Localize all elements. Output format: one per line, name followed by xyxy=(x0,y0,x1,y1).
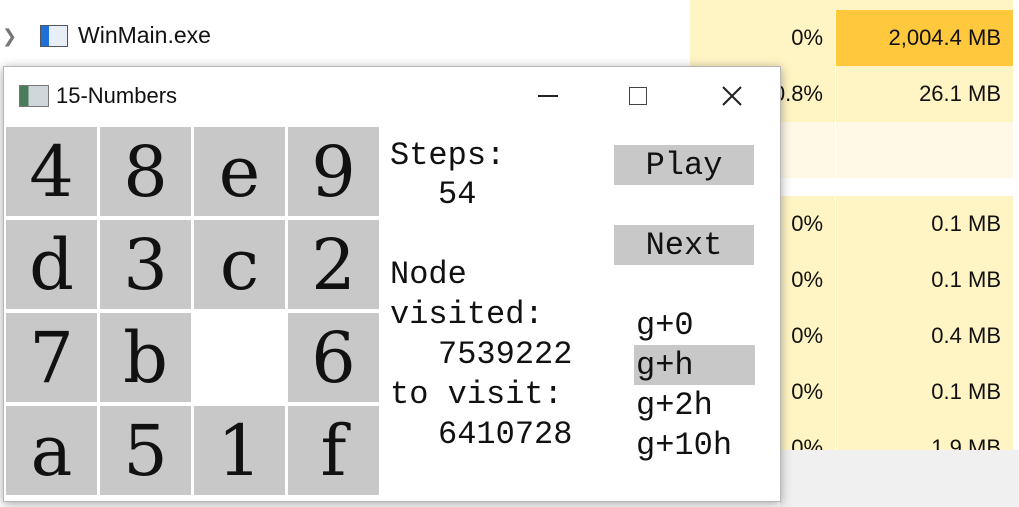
empty-tile[interactable] xyxy=(194,313,285,402)
memory-cell: 26.1 MB xyxy=(836,66,1013,122)
number-tile[interactable]: c xyxy=(194,220,285,309)
number-tile[interactable]: e xyxy=(194,127,285,216)
task-manager-footer xyxy=(780,450,1019,507)
number-tile[interactable]: 2 xyxy=(288,220,379,309)
number-tile[interactable]: b xyxy=(100,313,191,402)
number-tile[interactable]: 7 xyxy=(6,313,97,402)
memory-cell: 0.4 MB xyxy=(836,308,1013,364)
to-visit-label: to visit: xyxy=(390,376,563,413)
close-button[interactable] xyxy=(700,67,764,125)
number-tile[interactable]: 1 xyxy=(194,406,285,495)
heuristic-option[interactable]: g+10h xyxy=(634,425,755,465)
usage-strip xyxy=(690,0,1013,10)
heuristic-option[interactable]: g+2h xyxy=(634,385,755,425)
to-visit-value: 6410728 xyxy=(438,416,573,453)
number-tile[interactable]: 4 xyxy=(6,127,97,216)
memory-cell: 0.1 MB xyxy=(836,252,1013,308)
cpu-cell: 0% xyxy=(690,10,835,66)
memory-cell: 2,004.4 MB xyxy=(836,10,1013,66)
visited-value: 7539222 xyxy=(438,336,573,373)
number-tile[interactable]: a xyxy=(6,406,97,495)
memory-cell: 0.1 MB xyxy=(836,364,1013,420)
number-tile[interactable]: 8 xyxy=(100,127,191,216)
app-icon xyxy=(19,85,49,107)
node-label: Node xyxy=(390,256,467,293)
steps-label: Steps: xyxy=(390,137,506,174)
number-tile[interactable]: 6 xyxy=(288,313,379,402)
maximize-icon xyxy=(629,87,647,105)
maximize-button[interactable] xyxy=(606,67,670,125)
number-tile[interactable]: f xyxy=(288,406,379,495)
app-window: 15-Numbers 48e9 d3c2 7b 6 a51f Steps: 54 Nod… xyxy=(3,66,781,502)
usage-row[interactable]: 0% 2,004.4 MB xyxy=(0,10,1019,66)
minimize-button[interactable] xyxy=(516,67,580,125)
play-button[interactable]: Play xyxy=(614,145,754,185)
number-tile[interactable]: d xyxy=(6,220,97,309)
memory-cell xyxy=(836,122,1013,178)
heuristic-option[interactable]: g+0 xyxy=(634,305,755,345)
steps-value: 54 xyxy=(438,176,477,213)
window-title: 15-Numbers xyxy=(56,83,178,108)
number-tile[interactable]: 3 xyxy=(100,220,191,309)
heuristic-option[interactable]: g+h xyxy=(634,345,755,385)
minimize-icon xyxy=(538,95,558,97)
number-tile[interactable]: 5 xyxy=(100,406,191,495)
memory-cell: 0.1 MB xyxy=(836,196,1013,252)
close-icon xyxy=(722,86,742,106)
number-tile[interactable]: 9 xyxy=(288,127,379,216)
next-button[interactable]: Next xyxy=(614,225,754,265)
title-bar[interactable]: 15-Numbers xyxy=(4,67,780,125)
visited-label: visited: xyxy=(390,296,544,333)
